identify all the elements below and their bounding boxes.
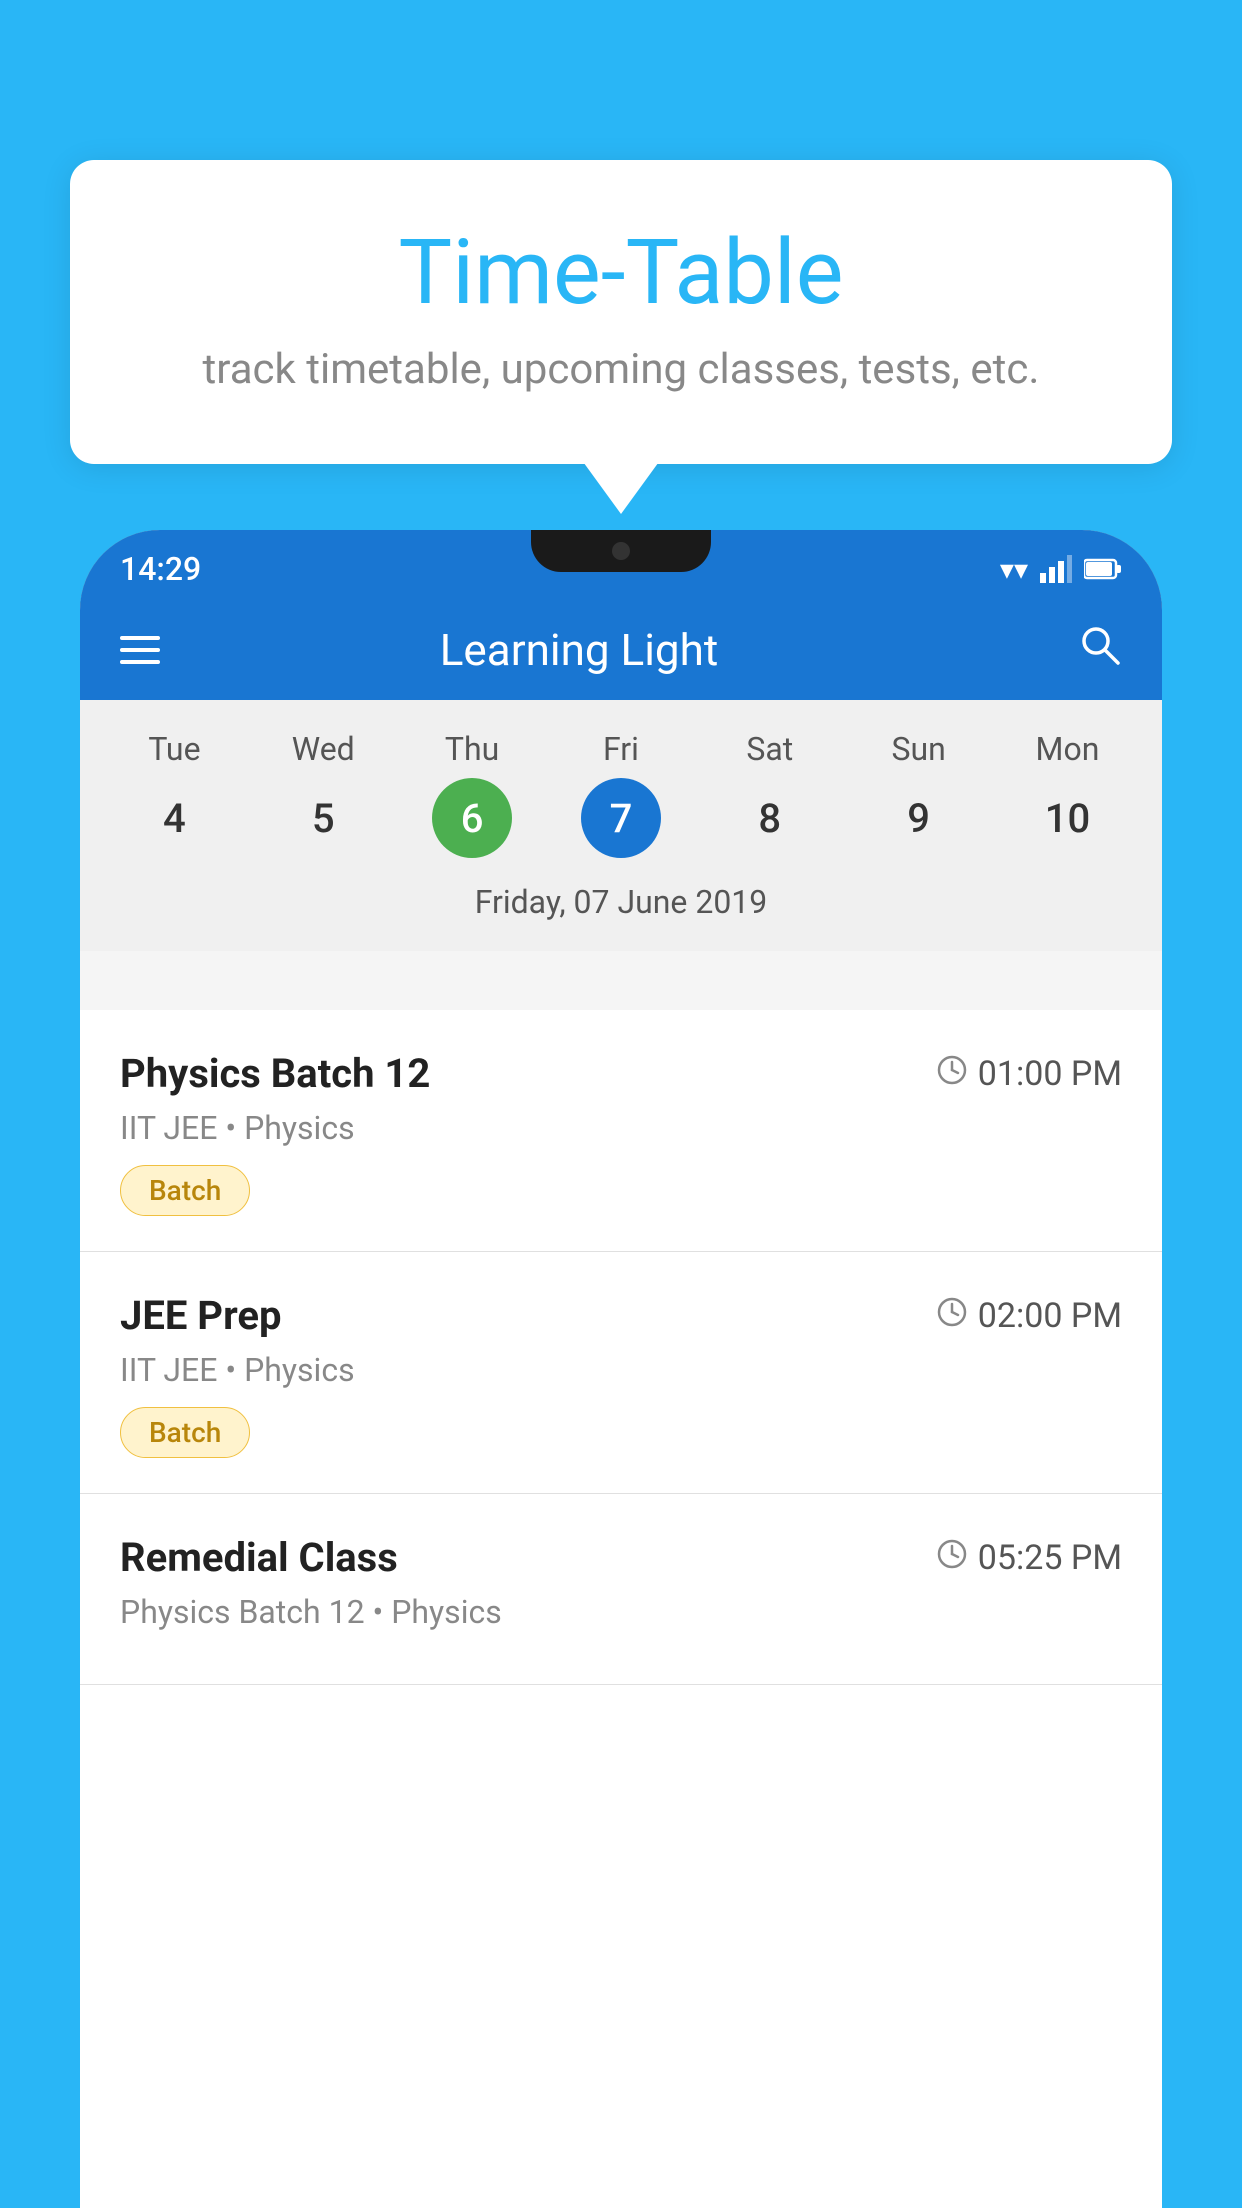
- schedule-item[interactable]: Remedial Class 05:25 PM Physics Batch 12…: [80, 1494, 1162, 1685]
- clock-icon: [936, 1538, 968, 1578]
- batch-badge: Batch: [120, 1165, 250, 1216]
- schedule-item-time: 01:00 PM: [936, 1054, 1122, 1094]
- batch-badge: Batch: [120, 1407, 250, 1458]
- clock-icon: [936, 1296, 968, 1336]
- schedule-item[interactable]: JEE Prep 02:00 PM IIT JEE • Physics Batc…: [80, 1252, 1162, 1494]
- selected-date-label: Friday, 07 June 2019: [80, 868, 1162, 931]
- clock-icon: [936, 1054, 968, 1094]
- day-label: Wed: [292, 730, 355, 768]
- schedule-item-subtitle: IIT JEE • Physics: [120, 1109, 1122, 1147]
- day-number[interactable]: 4: [134, 778, 214, 858]
- day-number[interactable]: 5: [283, 778, 363, 858]
- schedule-item-subtitle: Physics Batch 12 • Physics: [120, 1593, 1122, 1631]
- wifi-icon: ▾▾: [1000, 553, 1028, 586]
- day-col[interactable]: Wed 5: [263, 730, 383, 858]
- day-number[interactable]: 10: [1027, 778, 1107, 858]
- schedule-item-time: 05:25 PM: [936, 1538, 1122, 1578]
- battery-icon: [1084, 557, 1122, 581]
- hamburger-menu-icon[interactable]: [120, 636, 160, 664]
- day-number[interactable]: 6: [432, 778, 512, 858]
- day-label: Tue: [148, 730, 200, 768]
- phone-screen: 14:29 ▾▾: [80, 530, 1162, 2208]
- day-col[interactable]: Thu 6: [412, 730, 532, 858]
- day-number[interactable]: 7: [581, 778, 661, 858]
- day-label: Sun: [891, 730, 945, 768]
- schedule-item-subtitle: IIT JEE • Physics: [120, 1351, 1122, 1389]
- schedule-list: Physics Batch 12 01:00 PM IIT JEE • Phys…: [80, 1010, 1162, 2208]
- search-icon[interactable]: [1078, 623, 1122, 678]
- app-title: Learning Light: [200, 624, 958, 676]
- status-time: 14:29: [120, 542, 201, 588]
- phone-notch: [531, 530, 711, 572]
- tooltip-subtitle: track timetable, upcoming classes, tests…: [150, 345, 1092, 394]
- schedule-item-header: JEE Prep 02:00 PM: [120, 1292, 1122, 1339]
- day-col[interactable]: Sat 8: [710, 730, 830, 858]
- day-col[interactable]: Tue 4: [114, 730, 234, 858]
- days-row: Tue 4 Wed 5 Thu 6 Fri 7 Sat 8 Sun 9 Mon 10: [80, 720, 1162, 868]
- day-col[interactable]: Sun 9: [859, 730, 979, 858]
- day-number[interactable]: 8: [730, 778, 810, 858]
- tooltip-card: Time-Table track timetable, upcoming cla…: [70, 160, 1172, 464]
- app-bar: Learning Light: [80, 600, 1162, 700]
- day-label: Thu: [445, 730, 499, 768]
- schedule-item-header: Physics Batch 12 01:00 PM: [120, 1050, 1122, 1097]
- tooltip-title: Time-Table: [150, 220, 1092, 325]
- calendar-section: Tue 4 Wed 5 Thu 6 Fri 7 Sat 8 Sun 9 Mon 10 Friday, 07…: [80, 700, 1162, 951]
- day-label: Mon: [1036, 730, 1100, 768]
- day-number[interactable]: 9: [879, 778, 959, 858]
- phone-frame: 14:29 ▾▾: [80, 530, 1162, 2208]
- day-col[interactable]: Fri 7: [561, 730, 681, 858]
- schedule-item-time: 02:00 PM: [936, 1296, 1122, 1336]
- status-icons: ▾▾: [1000, 545, 1122, 586]
- schedule-item[interactable]: Physics Batch 12 01:00 PM IIT JEE • Phys…: [80, 1010, 1162, 1252]
- signal-icon: [1040, 555, 1072, 583]
- day-label: Fri: [603, 730, 639, 768]
- schedule-item-title: Physics Batch 12: [120, 1050, 430, 1097]
- schedule-item-header: Remedial Class 05:25 PM: [120, 1534, 1122, 1581]
- schedule-item-title: JEE Prep: [120, 1292, 281, 1339]
- day-label: Sat: [746, 730, 793, 768]
- schedule-item-title: Remedial Class: [120, 1534, 398, 1581]
- day-col[interactable]: Mon 10: [1007, 730, 1127, 858]
